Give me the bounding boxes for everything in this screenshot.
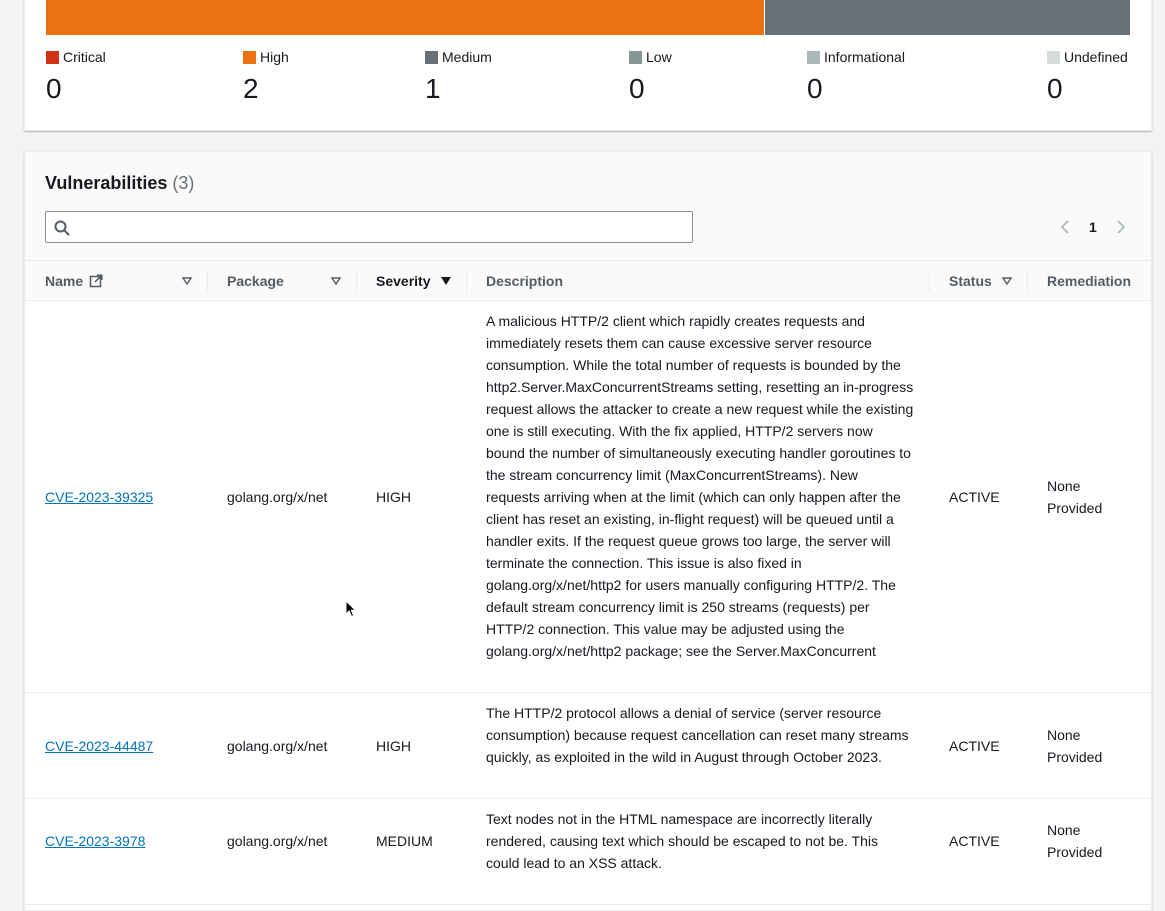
cve-link[interactable]: CVE-2023-3978 [45, 830, 145, 852]
pagination: 1 [1055, 217, 1131, 237]
severity-count: 0 [629, 73, 645, 104]
critical-swatch-icon [46, 50, 59, 64]
chevron-right-icon [1117, 220, 1125, 234]
severity-count: 2 [243, 73, 259, 104]
search-icon [54, 220, 70, 236]
low-swatch-icon [629, 50, 642, 64]
package-cell: golang.org/x/net [227, 738, 328, 754]
remediation-cell: None Provided [1047, 727, 1103, 765]
severity-bar-high [46, 0, 764, 35]
severity-label: Informational [824, 49, 905, 65]
severity-low: Low 0 [629, 48, 672, 105]
column-divider[interactable] [1027, 271, 1028, 292]
column-package-label: Package [227, 273, 284, 289]
column-divider[interactable] [466, 271, 467, 292]
severity-count: 1 [425, 73, 441, 104]
severity-high: High 2 [243, 48, 289, 105]
external-link-icon [89, 274, 103, 288]
column-status-label: Status [949, 273, 992, 289]
severity-informational: Informational 0 [807, 48, 905, 105]
vulnerabilities-header: Vulnerabilities (3) 1 [25, 152, 1151, 260]
high-swatch-icon [243, 50, 256, 64]
search-input[interactable] [78, 216, 682, 240]
medium-swatch-icon [425, 50, 438, 64]
column-divider[interactable] [929, 271, 930, 292]
remediation-cell: None Provided [1047, 822, 1103, 860]
column-header-severity[interactable]: Severity [376, 273, 430, 289]
table-header: Name Package Severity Description Status… [25, 260, 1151, 301]
column-header-package[interactable]: Package [227, 273, 284, 289]
sort-caret-icon[interactable] [1002, 277, 1012, 285]
column-description-label: Description [486, 273, 564, 289]
vulnerabilities-card: Vulnerabilities (3) 1 Name Package Sever… [24, 151, 1152, 911]
status-cell: ACTIVE [949, 738, 1000, 754]
severity-bar-medium [765, 0, 1130, 35]
chevron-left-icon [1060, 220, 1069, 234]
vulnerabilities-title-text: Vulnerabilities [45, 173, 168, 193]
mouse-cursor-icon [345, 600, 357, 618]
severity-cell: HIGH [376, 738, 411, 754]
table-row: CVE-2023-3978 golang.org/x/net MEDIUM Te… [25, 799, 1151, 905]
severity-critical: Critical 0 [46, 48, 106, 105]
severity-label: Low [646, 49, 672, 65]
severity-cell: HIGH [376, 489, 411, 505]
severity-label: High [260, 49, 289, 65]
sort-descending-icon[interactable] [441, 277, 451, 285]
column-header-name[interactable]: Name [45, 273, 103, 289]
undefined-swatch-icon [1047, 50, 1060, 64]
vulnerabilities-title: Vulnerabilities (3) [45, 173, 194, 194]
package-cell: golang.org/x/net [227, 489, 328, 505]
search-box[interactable] [45, 211, 693, 243]
severity-cell: MEDIUM [376, 833, 433, 849]
status-cell: ACTIVE [949, 833, 1000, 849]
column-divider[interactable] [356, 271, 357, 292]
description-cell: Text nodes not in the HTML namespace are… [486, 811, 878, 871]
severity-label: Medium [442, 49, 492, 65]
severity-undefined: Undefined 0 [1047, 48, 1128, 105]
column-header-description[interactable]: Description [486, 273, 563, 289]
page-number-button[interactable]: 1 [1089, 219, 1097, 235]
severity-medium: Medium 1 [425, 48, 492, 105]
severity-label: Critical [63, 49, 106, 65]
remediation-cell: None Provided [1047, 478, 1103, 516]
column-header-status[interactable]: Status [949, 273, 992, 289]
cve-link[interactable]: CVE-2023-39325 [45, 486, 153, 508]
severity-label: Undefined [1064, 49, 1128, 65]
severity-count: 0 [46, 73, 62, 104]
severity-count: 0 [1047, 73, 1063, 104]
column-severity-label: Severity [376, 273, 431, 289]
column-divider[interactable] [207, 271, 208, 292]
status-cell: ACTIVE [949, 489, 1000, 505]
informational-swatch-icon [807, 50, 820, 64]
description-cell: A malicious HTTP/2 client which rapidly … [486, 313, 914, 659]
vulnerabilities-count: (3) [172, 173, 195, 193]
severity-summary-card: Critical 0 High 2 Medium 1 Low 0 Informa… [24, 0, 1152, 131]
sort-caret-icon[interactable] [331, 277, 341, 285]
sort-caret-icon[interactable] [182, 277, 192, 285]
column-name-label: Name [45, 273, 84, 289]
next-page-button[interactable] [1111, 217, 1131, 237]
table-row: CVE-2023-39325 golang.org/x/net HIGH A m… [25, 301, 1151, 693]
previous-page-button[interactable] [1055, 217, 1075, 237]
severity-count: 0 [807, 73, 823, 104]
table-row: CVE-2023-44487 golang.org/x/net HIGH The… [25, 693, 1151, 799]
description-cell: The HTTP/2 protocol allows a denial of s… [486, 705, 909, 765]
column-header-remediation[interactable]: Remediation [1047, 273, 1131, 289]
cve-link[interactable]: CVE-2023-44487 [45, 735, 153, 757]
column-remediation-label: Remediation [1047, 273, 1132, 289]
package-cell: golang.org/x/net [227, 833, 328, 849]
